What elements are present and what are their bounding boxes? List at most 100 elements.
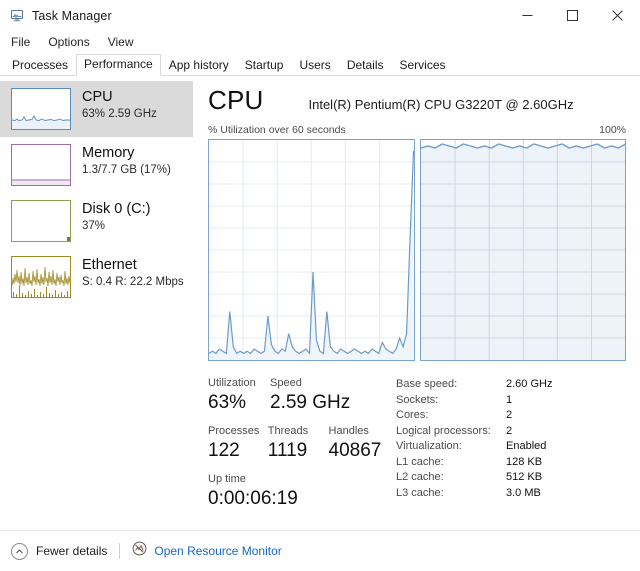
sidebar-item-cpu[interactable]: CPU 63% 2.59 GHz <box>0 81 193 137</box>
stat-speed-label: Speed <box>270 377 302 389</box>
sidebar-item-ethernet[interactable]: Ethernet S: 0.4 R: 22.2 Mbps <box>0 249 193 305</box>
stat-threads: Threads 1119 <box>268 424 329 463</box>
spec-virtualization-value: Enabled <box>506 440 547 452</box>
stat-processes-label: Processes <box>208 425 260 437</box>
cpu-utilization-history-graph[interactable] <box>208 139 415 361</box>
footer-divider <box>119 543 121 559</box>
spec-row-sockets: Sockets: 1 <box>396 393 626 409</box>
spec-base-speed-value: 2.60 GHz <box>506 378 553 390</box>
spec-logical-processors-value: 2 <box>506 424 513 437</box>
stat-processes-value: 122 <box>208 440 240 461</box>
spec-logical-processors-label: Logical processors: <box>396 424 491 437</box>
cpu-model-label: Intel(R) Pentium(R) CPU G3220T @ 2.60GHz <box>308 97 574 112</box>
chevron-up-icon <box>11 542 28 560</box>
stat-uptime-value: 0:00:06:19 <box>208 488 298 509</box>
graph-caption-left: % Utilization over 60 seconds <box>208 124 346 136</box>
minimize-button[interactable] <box>505 0 550 31</box>
spec-sockets-label: Sockets: <box>396 393 439 406</box>
spec-l2-cache-value: 512 KB <box>506 471 543 483</box>
tab-performance[interactable]: Performance <box>76 54 161 76</box>
sidebar-item-ethernet-labels: Ethernet S: 0.4 R: 22.2 Mbps <box>82 256 184 290</box>
menu-item-options[interactable]: Options <box>46 34 91 50</box>
window-controls <box>505 0 640 31</box>
spec-row-l2-cache: L2 cache: 512 KB <box>396 470 626 486</box>
title-bar: Task Manager <box>0 0 640 31</box>
page-title: CPU <box>208 85 264 115</box>
fewer-details-button[interactable]: Fewer details <box>11 542 108 560</box>
sidebar-item-ethernet-title: Ethernet <box>82 257 137 273</box>
stat-processes: Processes 122 <box>208 424 268 463</box>
stat-handles-value: 40867 <box>328 440 382 461</box>
spec-base-speed-label: Base speed: <box>396 378 458 390</box>
stat-utilization: Utilization 63% <box>208 376 270 415</box>
stat-threads-value: 1119 <box>267 440 308 461</box>
tab-services[interactable]: Services <box>392 55 454 76</box>
spec-row-l3-cache: L3 cache: 3.0 MB <box>396 486 626 502</box>
tab-details[interactable]: Details <box>339 55 392 76</box>
task-manager-window: Task Manager File Options View Processes… <box>0 0 640 571</box>
cpu-graphs <box>208 139 626 361</box>
stat-uptime-label: Up time <box>208 473 246 485</box>
spec-l3-cache-label: L3 cache: <box>396 486 444 499</box>
maximize-button[interactable] <box>550 0 595 31</box>
menu-item-file[interactable]: File <box>9 34 32 50</box>
stat-speed: Speed 2.59 GHz <box>270 376 390 415</box>
menu-bar: File Options View <box>0 31 640 53</box>
sidebar-item-memory[interactable]: Memory 1.3/7.7 GB (17%) <box>0 137 193 193</box>
sidebar-item-memory-labels: Memory 1.3/7.7 GB (17%) <box>82 144 171 178</box>
status-bar: Fewer details Open Resource Monitor <box>0 530 640 571</box>
spec-l1-cache-value: 128 KB <box>506 455 543 468</box>
cpu-spec-list: Base speed: 2.60 GHz Sockets: 1 Cores: 2… <box>396 376 626 520</box>
cpu-stats-left: Utilization 63% Speed 2.59 GHz Processes… <box>208 376 396 520</box>
spec-row-l1-cache: L1 cache: 128 KB <box>396 455 626 471</box>
stat-handles: Handles 40867 <box>329 424 396 463</box>
content-area: CPU 63% 2.59 GHz Memory 1.3/7.7 GB (17%) <box>0 76 640 530</box>
stat-threads-label: Threads <box>267 425 309 437</box>
spec-row-virtualization: Virtualization: Enabled <box>396 439 626 455</box>
title-bar-left: Task Manager <box>0 8 112 24</box>
sidebar-item-cpu-labels: CPU 63% 2.59 GHz <box>82 88 157 122</box>
task-manager-icon <box>9 8 25 24</box>
cpu-stats: Utilization 63% Speed 2.59 GHz Processes… <box>208 376 626 520</box>
sidebar-item-disk-subtitle: 37% <box>82 220 106 232</box>
stat-row-utilization-speed: Utilization 63% Speed 2.59 GHz <box>208 376 396 415</box>
sidebar-item-memory-title: Memory <box>82 145 135 161</box>
stat-utilization-label: Utilization <box>208 377 256 389</box>
stat-uptime: Up time 0:00:06:19 <box>208 472 368 511</box>
graph-caption-row: % Utilization over 60 seconds 100% <box>208 124 626 136</box>
stat-speed-value: 2.59 GHz <box>270 392 351 413</box>
sidebar-item-ethernet-subtitle: S: 0.4 R: 22.2 Mbps <box>82 276 184 288</box>
spec-virtualization-label: Virtualization: <box>396 440 462 452</box>
spec-row-base-speed: Base speed: 2.60 GHz <box>396 377 626 393</box>
stat-row-uptime: Up time 0:00:06:19 <box>208 472 396 511</box>
stat-handles-label: Handles <box>328 425 369 437</box>
resource-monitor-label: Open Resource Monitor <box>154 544 282 558</box>
spec-row-logical-processors: Logical processors: 2 <box>396 424 626 440</box>
tab-strip: Processes Performance App history Startu… <box>0 53 640 76</box>
sidebar-item-memory-subtitle: 1.3/7.7 GB (17%) <box>82 164 171 176</box>
tab-startup[interactable]: Startup <box>237 55 292 76</box>
tab-users[interactable]: Users <box>291 55 338 76</box>
tab-processes[interactable]: Processes <box>4 55 76 76</box>
resource-monitor-icon <box>132 541 147 561</box>
close-button[interactable] <box>595 0 640 31</box>
cpu-utilization-detail-graph[interactable] <box>419 139 626 361</box>
spec-l1-cache-label: L1 cache: <box>396 455 444 468</box>
sidebar-item-disk[interactable]: Disk 0 (C:) 37% <box>0 193 193 249</box>
spec-l3-cache-value: 3.0 MB <box>506 486 541 499</box>
sidebar-item-disk-labels: Disk 0 (C:) 37% <box>82 200 150 234</box>
open-resource-monitor-link[interactable]: Open Resource Monitor <box>132 541 282 561</box>
cpu-header: CPU Intel(R) Pentium(R) CPU G3220T @ 2.6… <box>208 85 626 115</box>
graph-caption-right: 100% <box>599 124 626 136</box>
fewer-details-label: Fewer details <box>36 544 108 558</box>
menu-item-view[interactable]: View <box>106 34 136 50</box>
memory-mini-graph-icon <box>11 144 71 186</box>
cpu-mini-graph-icon <box>11 88 71 130</box>
stat-utilization-value: 63% <box>208 392 247 413</box>
spec-l2-cache-label: L2 cache: <box>396 471 444 483</box>
ethernet-mini-graph-icon <box>11 256 71 298</box>
resource-sidebar: CPU 63% 2.59 GHz Memory 1.3/7.7 GB (17%) <box>0 76 193 530</box>
tab-app-history[interactable]: App history <box>161 55 237 76</box>
spec-row-cores: Cores: 2 <box>396 408 626 424</box>
stat-row-processes-threads-handles: Processes 122 Threads 1119 Handles 40867 <box>208 424 396 463</box>
